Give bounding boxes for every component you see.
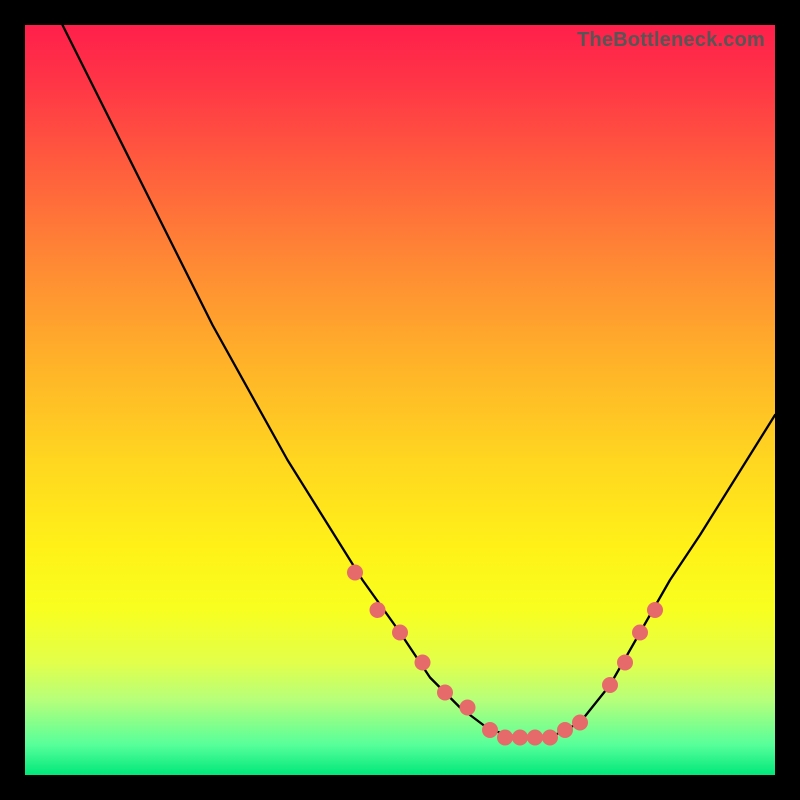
highlight-dot bbox=[557, 722, 573, 738]
highlight-dot bbox=[347, 565, 363, 581]
highlight-dot bbox=[542, 730, 558, 746]
highlight-dot bbox=[482, 722, 498, 738]
highlight-dot bbox=[647, 602, 663, 618]
highlight-dot bbox=[497, 730, 513, 746]
chart-svg bbox=[25, 25, 775, 775]
highlight-dot bbox=[602, 677, 618, 693]
highlight-dot bbox=[527, 730, 543, 746]
highlight-dot bbox=[437, 685, 453, 701]
chart-canvas: TheBottleneck.com bbox=[25, 25, 775, 775]
highlight-dot bbox=[392, 625, 408, 641]
highlight-dot bbox=[617, 655, 633, 671]
highlight-dot bbox=[632, 625, 648, 641]
bottleneck-curve bbox=[63, 25, 776, 738]
highlight-dot bbox=[512, 730, 528, 746]
highlight-dot bbox=[572, 715, 588, 731]
highlight-dot bbox=[415, 655, 431, 671]
highlight-dot bbox=[460, 700, 476, 716]
highlight-dot bbox=[370, 602, 386, 618]
highlight-dots bbox=[347, 565, 663, 746]
watermark-label: TheBottleneck.com bbox=[577, 29, 765, 52]
